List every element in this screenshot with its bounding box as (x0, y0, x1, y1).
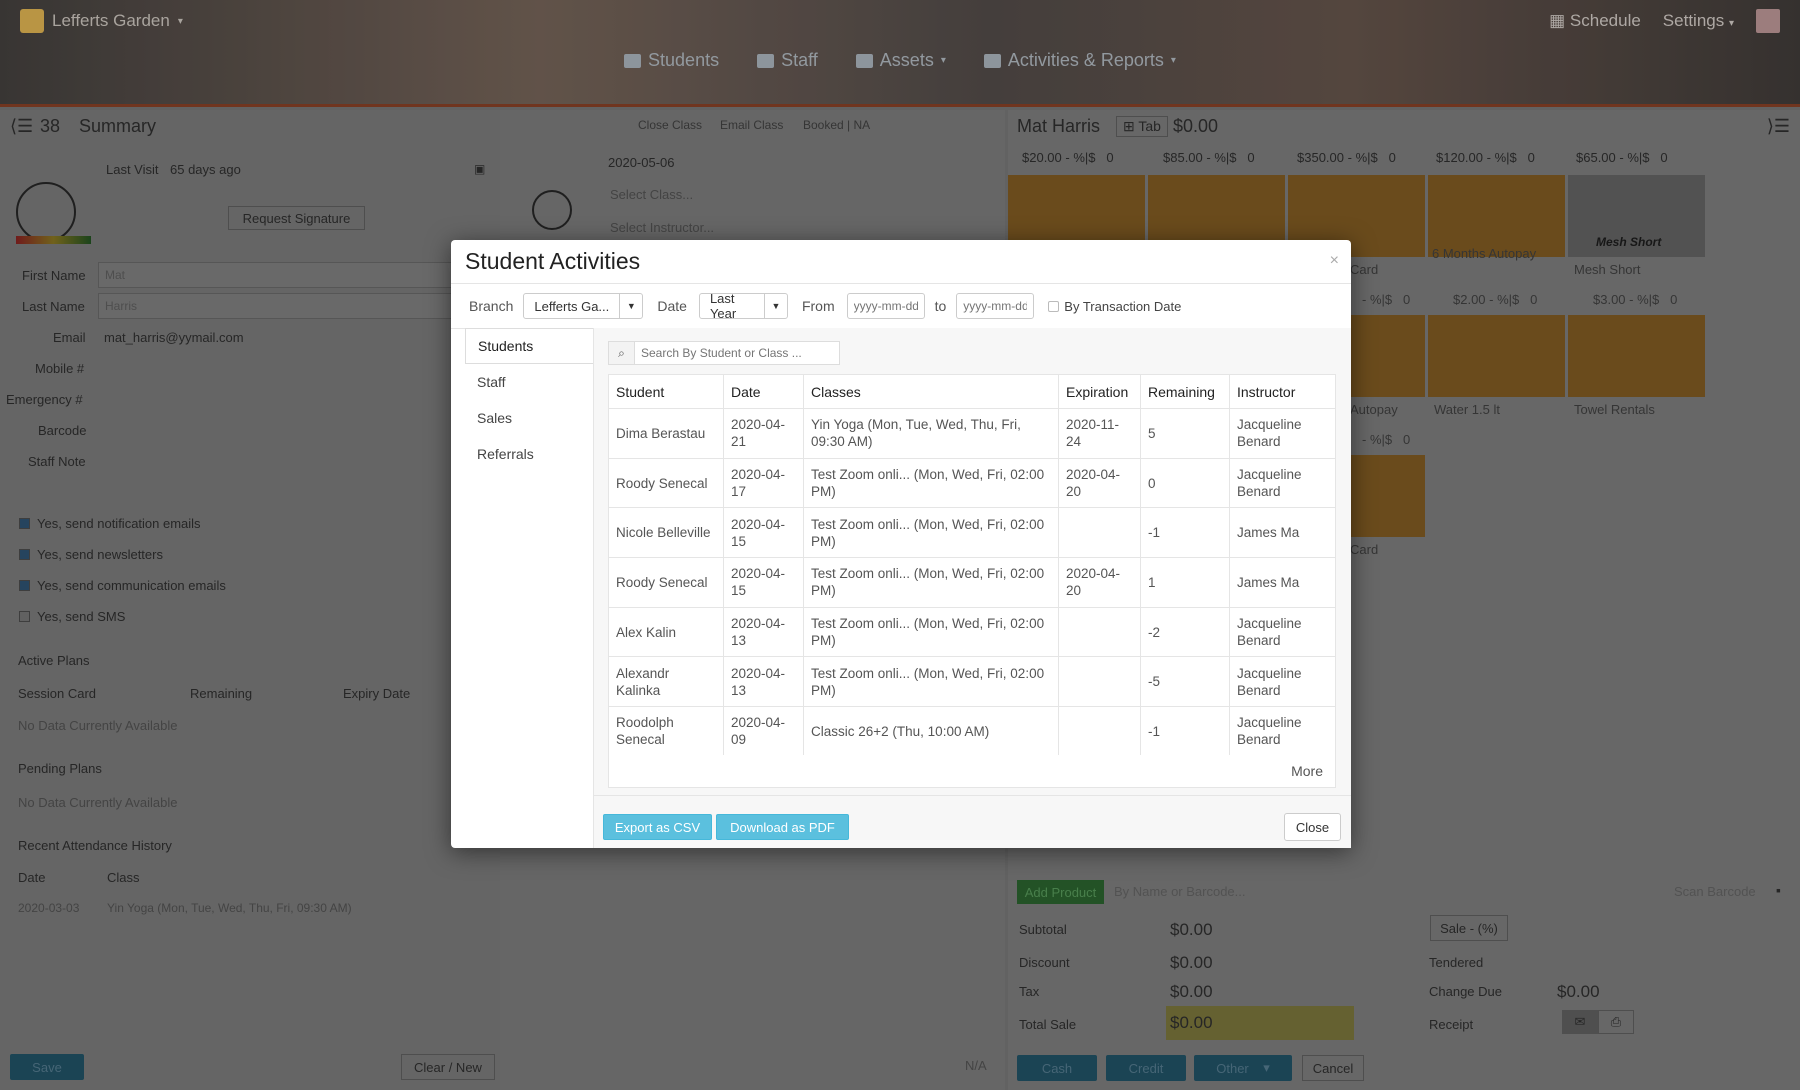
cell-instructor: Jacqueline Benard (1229, 606, 1336, 658)
tab-students[interactable]: Students (465, 328, 593, 364)
branch-dropdown[interactable]: Lefferts Ga... ▼ (523, 293, 644, 319)
activity-tabs: Students Staff Sales Referrals (465, 328, 593, 472)
student-activities-modal: Student Activities × Branch Lefferts Ga.… (451, 240, 1351, 848)
cell-student: Nicole Belleville (608, 507, 724, 559)
cell-classes: Classic 26+2 (Thu, 10:00 AM) (803, 706, 1059, 757)
cell-date: 2020-04-15 (723, 507, 804, 559)
close-button[interactable]: Close (1284, 813, 1341, 841)
col-instructor[interactable]: Instructor (1229, 374, 1336, 409)
cell-remaining: -5 (1140, 656, 1230, 708)
col-expiration[interactable]: Expiration (1058, 374, 1141, 409)
cell-date: 2020-04-09 (723, 706, 804, 757)
table-row[interactable]: Alex Kalin 2020-04-13 Test Zoom onli... … (608, 606, 1336, 658)
cell-student: Roody Senecal (608, 557, 724, 608)
cell-date: 2020-04-13 (723, 606, 804, 658)
search-icon: ⌕ (609, 342, 635, 364)
cell-student: Roodolph Senecal (608, 706, 724, 757)
table-row[interactable]: Roody Senecal 2020-04-15 Test Zoom onli.… (608, 557, 1336, 608)
cell-student: Dima Berastau (608, 408, 724, 459)
col-student[interactable]: Student (608, 374, 724, 409)
table-row[interactable]: Nicole Belleville 2020-04-15 Test Zoom o… (608, 507, 1336, 559)
table-row[interactable]: Dima Berastau 2020-04-21 Yin Yoga (Mon, … (608, 408, 1336, 459)
col-date[interactable]: Date (723, 374, 804, 409)
export-csv-button[interactable]: Export as CSV (603, 814, 712, 840)
by-transaction-label: By Transaction Date (1064, 298, 1182, 314)
cell-remaining: -1 (1140, 507, 1230, 559)
download-pdf-button[interactable]: Download as PDF (716, 814, 849, 840)
cell-expiration (1058, 507, 1141, 559)
cell-instructor: James Ma (1229, 507, 1336, 559)
cell-instructor: Jacqueline Benard (1229, 656, 1336, 708)
table-row[interactable]: Roody Senecal 2020-04-17 Test Zoom onli.… (608, 457, 1336, 509)
table-row[interactable]: Roodolph Senecal 2020-04-09 Classic 26+2… (608, 706, 1336, 757)
cell-student: Alexandr Kalinka (608, 656, 724, 708)
cell-classes: Test Zoom onli... (Mon, Wed, Fri, 02:00 … (803, 557, 1059, 608)
more-link[interactable]: More (608, 755, 1336, 788)
cell-remaining: 0 (1140, 457, 1230, 509)
cell-instructor: Jacqueline Benard (1229, 457, 1336, 509)
cell-expiration: 2020-04-20 (1058, 457, 1141, 509)
col-remaining[interactable]: Remaining (1140, 374, 1230, 409)
cell-student: Roody Senecal (608, 457, 724, 509)
from-label: From (801, 298, 835, 314)
tab-sales[interactable]: Sales (465, 400, 593, 436)
caret-down-icon: ▼ (626, 301, 636, 311)
cell-date: 2020-04-21 (723, 408, 804, 459)
cell-instructor: Jacqueline Benard (1229, 706, 1336, 757)
cell-remaining: 1 (1140, 557, 1230, 608)
tab-referrals[interactable]: Referrals (465, 436, 593, 472)
cell-expiration (1058, 606, 1141, 658)
caret-down-icon: ▼ (771, 301, 781, 311)
cell-expiration: 2020-11-24 (1058, 408, 1141, 459)
activities-search: ⌕ (608, 341, 840, 365)
cell-instructor: James Ma (1229, 557, 1336, 608)
to-label: to (934, 298, 947, 314)
cell-classes: Test Zoom onli... (Mon, Wed, Fri, 02:00 … (803, 656, 1059, 708)
activities-table: Student Date Classes Expiration Remainin… (608, 374, 1336, 757)
cell-expiration (1058, 706, 1141, 757)
cell-expiration: 2020-04-20 (1058, 557, 1141, 608)
from-date-input[interactable] (846, 293, 925, 319)
cell-date: 2020-04-15 (723, 557, 804, 608)
cell-expiration (1058, 656, 1141, 708)
cell-remaining: -2 (1140, 606, 1230, 658)
cell-classes: Test Zoom onli... (Mon, Wed, Fri, 02:00 … (803, 606, 1059, 658)
table-row[interactable]: Alexandr Kalinka 2020-04-13 Test Zoom on… (608, 656, 1336, 708)
search-input[interactable] (635, 346, 835, 360)
cell-student: Alex Kalin (608, 606, 724, 658)
cell-remaining: -1 (1140, 706, 1230, 757)
to-date-input[interactable] (956, 293, 1035, 319)
col-classes[interactable]: Classes (803, 374, 1059, 409)
cell-classes: Yin Yoga (Mon, Tue, Wed, Thu, Fri, 09:30… (803, 408, 1059, 459)
cell-remaining: 5 (1140, 408, 1230, 459)
cell-classes: Test Zoom onli... (Mon, Wed, Fri, 02:00 … (803, 457, 1059, 509)
cell-date: 2020-04-13 (723, 656, 804, 708)
tab-staff[interactable]: Staff (465, 364, 593, 400)
branch-label: Branch (469, 298, 514, 314)
table-header-row: Student Date Classes Expiration Remainin… (608, 374, 1336, 409)
date-range-dropdown[interactable]: Last Year ▼ (698, 291, 788, 321)
divider (451, 283, 1351, 284)
modal-title: Student Activities (465, 248, 641, 274)
close-icon[interactable]: × (1330, 252, 1339, 270)
by-transaction-checkbox[interactable] (1048, 300, 1060, 312)
date-label: Date (657, 298, 687, 314)
filter-bar: Branch Lefferts Ga... ▼ Date Last Year ▼… (469, 291, 1182, 321)
cell-classes: Test Zoom onli... (Mon, Wed, Fri, 02:00 … (803, 507, 1059, 559)
cell-date: 2020-04-17 (723, 457, 804, 509)
cell-instructor: Jacqueline Benard (1229, 408, 1336, 459)
